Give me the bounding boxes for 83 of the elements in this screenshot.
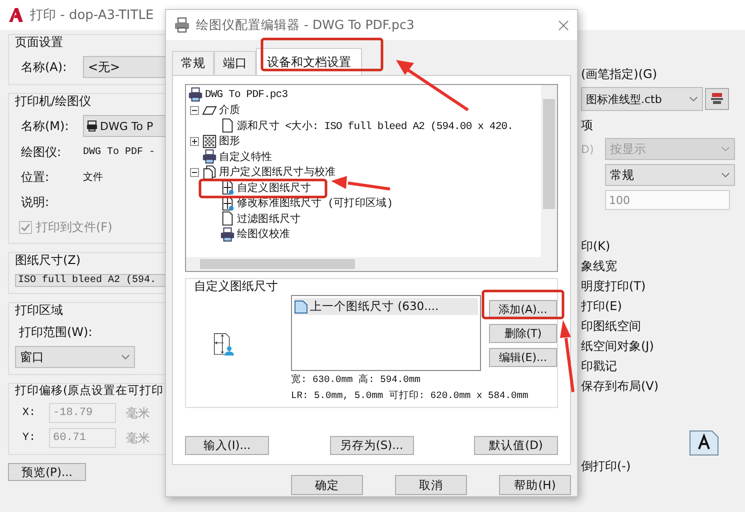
tree-item[interactable]: 源和尺寸 <大小: ISO full bleed A2 (594.00 x 420. [237, 118, 514, 133]
file-action-button[interactable]: 默认值(D) [474, 436, 558, 455]
option-label: 印(K) [581, 238, 612, 255]
window-title: 打印 - dop-A3-TITLE [30, 7, 154, 24]
paper-orientation-icon [689, 430, 719, 456]
margin-text: LR: 5.0mm, 5.0mm 可打印: 620.0mm x 584.0mm [291, 390, 528, 403]
group-title: 打印机/绘图仪 [15, 93, 92, 110]
group-title: 打印区域 [15, 302, 64, 319]
option-label: 纸空间对象(J) [581, 338, 655, 355]
file-action-button[interactable]: 另存为(S)... [330, 436, 414, 455]
checkered-icon [202, 134, 217, 149]
vertical-scrollbar[interactable] [541, 85, 557, 257]
close-icon[interactable] [558, 20, 569, 30]
preview-button[interactable]: 预览(P)... [8, 463, 86, 481]
tree-item[interactable]: 自定义特性 [219, 150, 272, 164]
chevron-down-icon [721, 172, 730, 178]
tree-item[interactable]: 修改标准图纸尺寸 (可打印区域) [237, 196, 393, 210]
expand-toggle-icon[interactable] [190, 168, 198, 177]
size-action-button[interactable]: 编辑(E)... [489, 348, 557, 367]
edit-plot-style-button[interactable] [705, 88, 729, 110]
field-label: 名称(M): [20, 118, 70, 134]
unit-label: 毫米 [125, 404, 150, 422]
chevron-down-icon [721, 146, 730, 152]
field-label: 打印范围(W): [18, 324, 94, 341]
group-title: 自定义图纸尺寸 [194, 278, 279, 295]
option-label: 象线宽 [581, 258, 618, 275]
printer-dropdown[interactable]: DWG To P [83, 115, 166, 137]
annotation-arrow [331, 176, 390, 190]
expand-toggle-icon[interactable] [190, 136, 198, 146]
field-label: 说明: [20, 194, 50, 210]
field-label: 绘图仪: [20, 144, 62, 160]
expand-toggle-icon[interactable] [190, 106, 198, 115]
field-label: D) [581, 142, 595, 156]
unit-label: 毫米 [125, 430, 150, 446]
tree-item[interactable]: 自定义图纸尺寸 [237, 180, 312, 195]
file-action-button[interactable]: 输入(I)... [185, 436, 269, 455]
page-size-icon [220, 180, 235, 196]
size-action-button[interactable]: 删除(T) [489, 324, 557, 343]
tree-item[interactable]: 绘图仪校准 [237, 227, 290, 242]
page-icon [294, 300, 308, 314]
page-icon [220, 118, 235, 134]
horizontal-scrollbar[interactable] [186, 257, 557, 271]
tab[interactable]: 常规 [172, 51, 214, 75]
checkbox-label: 打印到文件(F) [36, 218, 112, 236]
group-title: 项 [581, 117, 594, 134]
dialog-button[interactable]: 帮助(H) [499, 475, 571, 495]
tree-item[interactable]: DWG To PDF.pc3 [205, 88, 288, 101]
tree-item[interactable]: 图形 [219, 134, 240, 148]
dialog-button[interactable]: 取消 [395, 475, 467, 495]
option-label: 印戳记 [581, 358, 618, 375]
page-setup-dropdown[interactable]: <无> [83, 56, 166, 78]
option-label: 保存到布局(V) [581, 378, 660, 395]
group-title: 打印偏移(原点设置在可打印 [15, 383, 164, 398]
size-text: 宽: 630.0mm 高: 594.0mm [291, 374, 420, 387]
dialog-title: 绘图仪配置编辑器 - DWG To PDF.pc3 [196, 16, 416, 34]
option-label: 打印(E) [581, 298, 623, 315]
group-title: (画笔指定)(G) [581, 66, 658, 83]
page-icon [220, 211, 235, 226]
location-value: 文件 [83, 170, 103, 184]
pages-icon [202, 164, 217, 180]
field-label: X: [21, 407, 37, 419]
quality-dropdown[interactable]: 常规 [605, 164, 735, 186]
group-title: 页面设置 [15, 34, 64, 51]
group-title: 图纸尺寸(Z) [15, 252, 82, 269]
tree-item[interactable]: 用户定义图纸尺寸与校准 [219, 165, 336, 180]
list-item[interactable]: 上一个图纸尺寸 (630.... [294, 298, 478, 315]
option-label: 明度打印(T) [581, 278, 647, 295]
chevron-down-icon [689, 96, 698, 102]
plot-style-dropdown[interactable]: 图标准线型.ctb [581, 87, 703, 111]
tree-item[interactable]: 介质 [219, 103, 240, 118]
plot-range-dropdown[interactable]: 窗口 [15, 346, 135, 368]
plotter-value: DWG To PDF - [83, 146, 156, 158]
dialog-button[interactable]: 确定 [291, 475, 363, 495]
field-label: 名称(A): [20, 58, 68, 76]
chevron-down-icon [121, 354, 130, 360]
app-logo-icon [8, 7, 24, 23]
paper-size-dropdown[interactable]: ISO full bleed A2 (594. [15, 274, 166, 287]
tree-item[interactable]: 过滤图纸尺寸 [237, 212, 301, 226]
option-label: 倒打印(-) [581, 458, 632, 475]
field-label: 位置: [20, 168, 50, 186]
tab[interactable]: 端口 [214, 51, 256, 75]
field-label: Y: [21, 432, 37, 444]
option-label: 印图纸空间 [581, 318, 642, 335]
